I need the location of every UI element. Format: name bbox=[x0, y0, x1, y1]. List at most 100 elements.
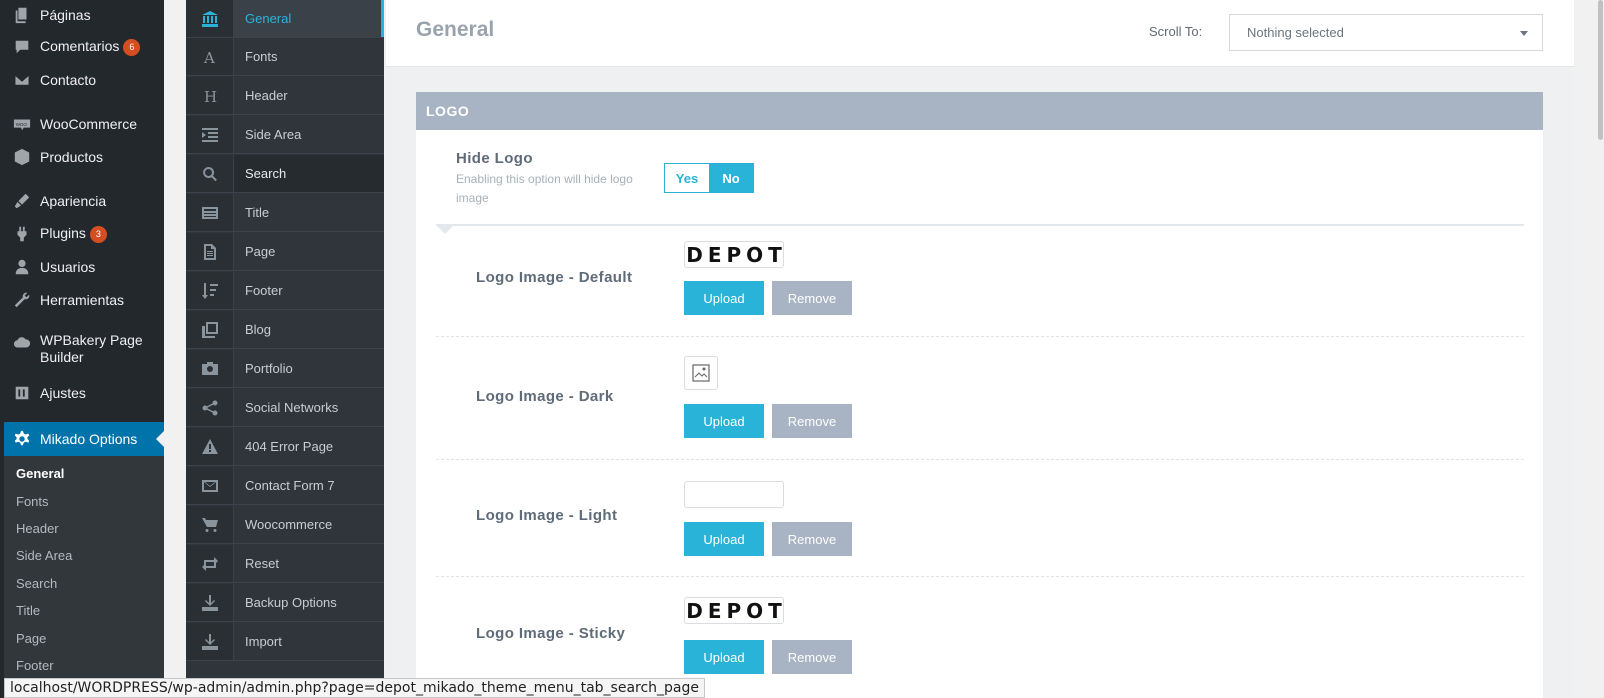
warning-icon bbox=[186, 428, 234, 465]
divider bbox=[436, 336, 1524, 337]
menu-item-wpbakery[interactable]: WPBakery Page Builder bbox=[4, 328, 164, 372]
tab-label: Import bbox=[245, 634, 282, 649]
tab-search[interactable]: Search bbox=[186, 155, 384, 193]
logo-light-preview bbox=[684, 481, 784, 508]
logo-dark-remove-button[interactable]: Remove bbox=[772, 404, 852, 438]
menu-item-comentarios[interactable]: Comentarios 6 bbox=[4, 32, 164, 62]
logo-light-remove-button[interactable]: Remove bbox=[772, 522, 852, 556]
logo-sticky-remove-button[interactable]: Remove bbox=[772, 640, 852, 674]
tab-woocommerce[interactable]: Woocommerce bbox=[186, 506, 384, 544]
menu-item-label: Contacto bbox=[40, 71, 97, 88]
menu-item-woocommerce[interactable]: WOO WooCommerce bbox=[4, 109, 164, 139]
menu-item-paginas[interactable]: Páginas bbox=[4, 0, 164, 30]
tab-footer[interactable]: Footer bbox=[186, 272, 384, 310]
tab-label: Fonts bbox=[245, 49, 278, 64]
tab-header[interactable]: H Header bbox=[186, 77, 384, 115]
tab-label: Page bbox=[245, 244, 276, 259]
header-icon: H bbox=[186, 77, 234, 114]
submenu-item-side-area[interactable]: Side Area bbox=[16, 548, 72, 563]
tab-label: Social Networks bbox=[245, 400, 339, 415]
tab-label: General bbox=[245, 11, 292, 26]
menu-item-plugins[interactable]: Plugins 3 bbox=[4, 219, 164, 249]
page-scrollbar-thumb[interactable] bbox=[1598, 0, 1603, 140]
menu-item-label: Páginas bbox=[40, 6, 91, 23]
hide-logo-yes[interactable]: Yes bbox=[665, 164, 709, 192]
logo-dark-preview bbox=[684, 356, 718, 390]
settings-icon bbox=[4, 384, 40, 402]
menu-item-label: WPBakery Page Builder bbox=[40, 332, 143, 365]
browser-status-url: localhost/WORDPRESS/wp-admin/admin.php?p… bbox=[4, 678, 706, 698]
menu-item-usuarios[interactable]: Usuarios bbox=[4, 252, 164, 282]
menu-item-ajustes[interactable]: Ajustes bbox=[4, 378, 164, 408]
tab-blog[interactable]: Blog bbox=[186, 311, 384, 349]
font-icon: A bbox=[186, 38, 234, 75]
tab-import[interactable]: Import bbox=[186, 623, 384, 661]
menu-item-mikado-options[interactable]: Mikado Options bbox=[4, 422, 164, 456]
submenu-item-title[interactable]: Title bbox=[16, 603, 40, 618]
menu-item-label: Apariencia bbox=[40, 192, 107, 209]
logo-dark-upload-button[interactable]: Upload bbox=[684, 404, 764, 438]
tab-social-networks[interactable]: Social Networks bbox=[186, 389, 384, 427]
submenu-item-fonts[interactable]: Fonts bbox=[16, 494, 49, 509]
logo-light-upload-button[interactable]: Upload bbox=[684, 522, 764, 556]
tab-portfolio[interactable]: Portfolio bbox=[186, 350, 384, 388]
divider bbox=[436, 459, 1524, 460]
menu-item-productos[interactable]: Productos bbox=[4, 142, 164, 172]
tab-page[interactable]: Page bbox=[186, 233, 384, 271]
scroll-to-label: Scroll To: bbox=[1149, 24, 1203, 39]
tab-404-error-page[interactable]: 404 Error Page bbox=[186, 428, 384, 466]
submenu-item-page[interactable]: Page bbox=[16, 631, 46, 646]
submenu-item-footer[interactable]: Footer bbox=[16, 658, 54, 673]
pages-icon bbox=[4, 6, 40, 24]
tab-side-area[interactable]: Side Area bbox=[186, 116, 384, 154]
submenu-item-general[interactable]: General bbox=[16, 466, 64, 481]
menu-item-apariencia[interactable]: Apariencia bbox=[4, 186, 164, 216]
tab-label: Backup Options bbox=[245, 595, 337, 610]
import-icon bbox=[186, 623, 234, 660]
logo-sticky-preview: DEPOT bbox=[684, 597, 784, 624]
tab-label: 404 Error Page bbox=[245, 439, 334, 454]
tab-fonts[interactable]: A Fonts bbox=[186, 38, 384, 76]
chevron-down-icon bbox=[1520, 31, 1528, 36]
logo-section-header: LOGO bbox=[416, 92, 1543, 130]
menu-item-herramientas[interactable]: Herramientas bbox=[4, 285, 164, 315]
logo-sticky-upload-button[interactable]: Upload bbox=[684, 640, 764, 674]
tab-reset[interactable]: Reset bbox=[186, 545, 384, 583]
svg-text:A: A bbox=[203, 49, 215, 65]
logo-default-remove-button[interactable]: Remove bbox=[772, 281, 852, 315]
tab-label: Footer bbox=[245, 283, 283, 298]
comments-icon bbox=[4, 38, 40, 56]
submenu-item-header[interactable]: Header bbox=[16, 521, 59, 536]
tab-label: Contact Form 7 bbox=[245, 478, 335, 493]
scroll-to-select[interactable]: Nothing selected bbox=[1229, 14, 1543, 51]
svg-text:H: H bbox=[204, 88, 217, 104]
blog-icon bbox=[186, 311, 234, 348]
logo-dark-title: Logo Image - Dark bbox=[476, 388, 614, 405]
logo-default-title: Logo Image - Default bbox=[476, 269, 633, 286]
download-icon bbox=[186, 584, 234, 621]
share-icon bbox=[186, 389, 234, 426]
gear-icon bbox=[4, 430, 40, 448]
cart-icon bbox=[186, 506, 234, 543]
portfolio-icon bbox=[186, 350, 234, 387]
logo-light-title: Logo Image - Light bbox=[476, 507, 618, 524]
tab-label: Search bbox=[245, 166, 287, 181]
hide-logo-no[interactable]: No bbox=[709, 164, 753, 192]
hide-logo-toggle[interactable]: Yes No bbox=[664, 163, 754, 193]
tab-general[interactable]: General bbox=[186, 0, 384, 38]
menu-item-label: Productos bbox=[40, 148, 104, 165]
logo-default-upload-button[interactable]: Upload bbox=[684, 281, 764, 315]
tab-contact-form-7[interactable]: Contact Form 7 bbox=[186, 467, 384, 505]
broken-image-icon bbox=[692, 364, 710, 382]
menu-item-contacto[interactable]: Contacto bbox=[4, 65, 164, 95]
tab-label: Woocommerce bbox=[245, 517, 333, 532]
hide-logo-description: Enabling this option will hide logo imag… bbox=[456, 172, 633, 205]
comment-count-badge: 6 bbox=[123, 39, 141, 56]
tab-title[interactable]: Title bbox=[186, 194, 384, 232]
mail-icon bbox=[4, 71, 40, 89]
submenu-item-search[interactable]: Search bbox=[16, 576, 57, 591]
tab-backup-options[interactable]: Backup Options bbox=[186, 584, 384, 622]
svg-text:WOO: WOO bbox=[16, 122, 28, 127]
menu-item-label: Mikado Options bbox=[40, 430, 138, 447]
options-main-panel: General Scroll To: Nothing selected LOGO… bbox=[386, 0, 1574, 698]
